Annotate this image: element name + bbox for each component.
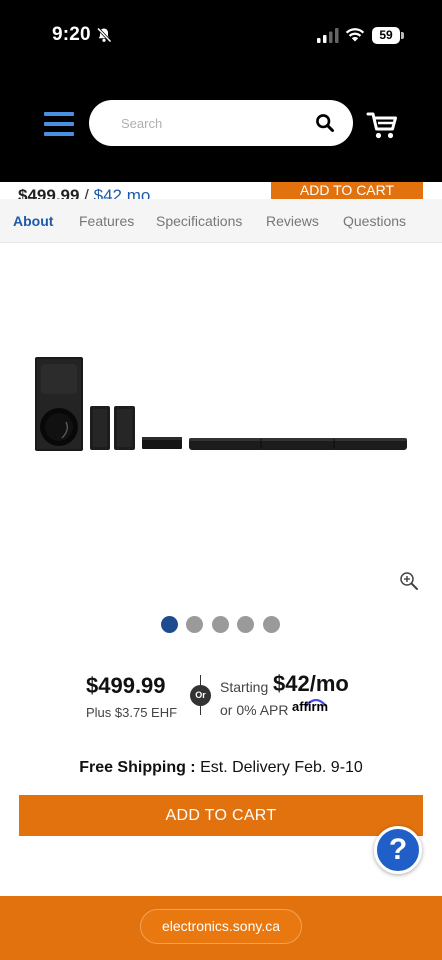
financing-monthly-price: $42/mo — [273, 671, 349, 696]
tab-features[interactable]: Features — [79, 213, 134, 229]
tab-reviews[interactable]: Reviews — [266, 213, 319, 229]
product-tabs: About Features Specifications Reviews Qu… — [0, 199, 442, 243]
affirm-logo[interactable]: affirm — [292, 699, 328, 714]
search-bar[interactable] — [89, 100, 353, 146]
carousel-dot-5[interactable] — [263, 616, 280, 633]
status-time: 9:20 — [52, 24, 91, 45]
hamburger-menu-icon[interactable] — [44, 112, 74, 136]
search-icon[interactable] — [315, 113, 335, 133]
tab-questions[interactable]: Questions — [343, 213, 406, 229]
shipping-info: Free Shipping : Est. Delivery Feb. 9-10 — [0, 759, 442, 777]
ehf-fee: Plus $3.75 EHF — [86, 705, 178, 720]
add-to-cart-button[interactable]: ADD TO CART — [19, 795, 423, 836]
help-button[interactable]: ? — [374, 826, 422, 874]
carousel-dots — [161, 616, 281, 634]
shopping-cart-icon[interactable] — [366, 110, 398, 140]
search-input[interactable] — [121, 113, 301, 133]
shipping-label: Free Shipping : — [79, 759, 196, 776]
browser-bottom-bar: electronics.sony.ca — [0, 896, 442, 960]
carousel-dot-2[interactable] — [186, 616, 203, 633]
url-bar[interactable]: electronics.sony.ca — [140, 909, 302, 944]
product-price: $499.99 — [86, 673, 166, 698]
battery-tip — [401, 32, 404, 39]
or-badge: Or — [190, 685, 211, 706]
battery-icon: 59 — [372, 27, 404, 44]
bell-muted-icon — [96, 27, 112, 43]
carousel-dot-4[interactable] — [237, 616, 254, 633]
wifi-icon — [345, 28, 365, 42]
sticky-price: $499.99 / $42 mo — [18, 186, 150, 199]
carousel-dot-3[interactable] — [212, 616, 229, 633]
financing-apr: or 0% APR — [220, 702, 289, 718]
carousel-dot-1[interactable] — [161, 616, 178, 633]
status-bar: 9:20 59 — [0, 0, 442, 72]
shipping-delivery: Est. Delivery Feb. 9-10 — [195, 759, 363, 776]
cellular-signal-icon — [317, 28, 339, 43]
financing-starting-label: Starting — [220, 679, 269, 695]
tab-specifications[interactable]: Specifications — [156, 213, 242, 229]
battery-level: 59 — [372, 27, 400, 44]
site-header — [0, 72, 442, 182]
sticky-monthly: $42 mo — [93, 186, 151, 199]
sticky-purchase-bar: $499.99 / $42 mo ADD TO CART — [0, 182, 442, 199]
sticky-add-to-cart-button[interactable]: ADD TO CART — [271, 182, 423, 199]
sticky-separator: / — [79, 186, 94, 199]
product-image[interactable] — [30, 350, 412, 460]
sticky-price-value: $499.99 — [18, 186, 80, 199]
zoom-in-icon[interactable] — [399, 571, 419, 591]
tab-about[interactable]: About — [13, 213, 53, 229]
